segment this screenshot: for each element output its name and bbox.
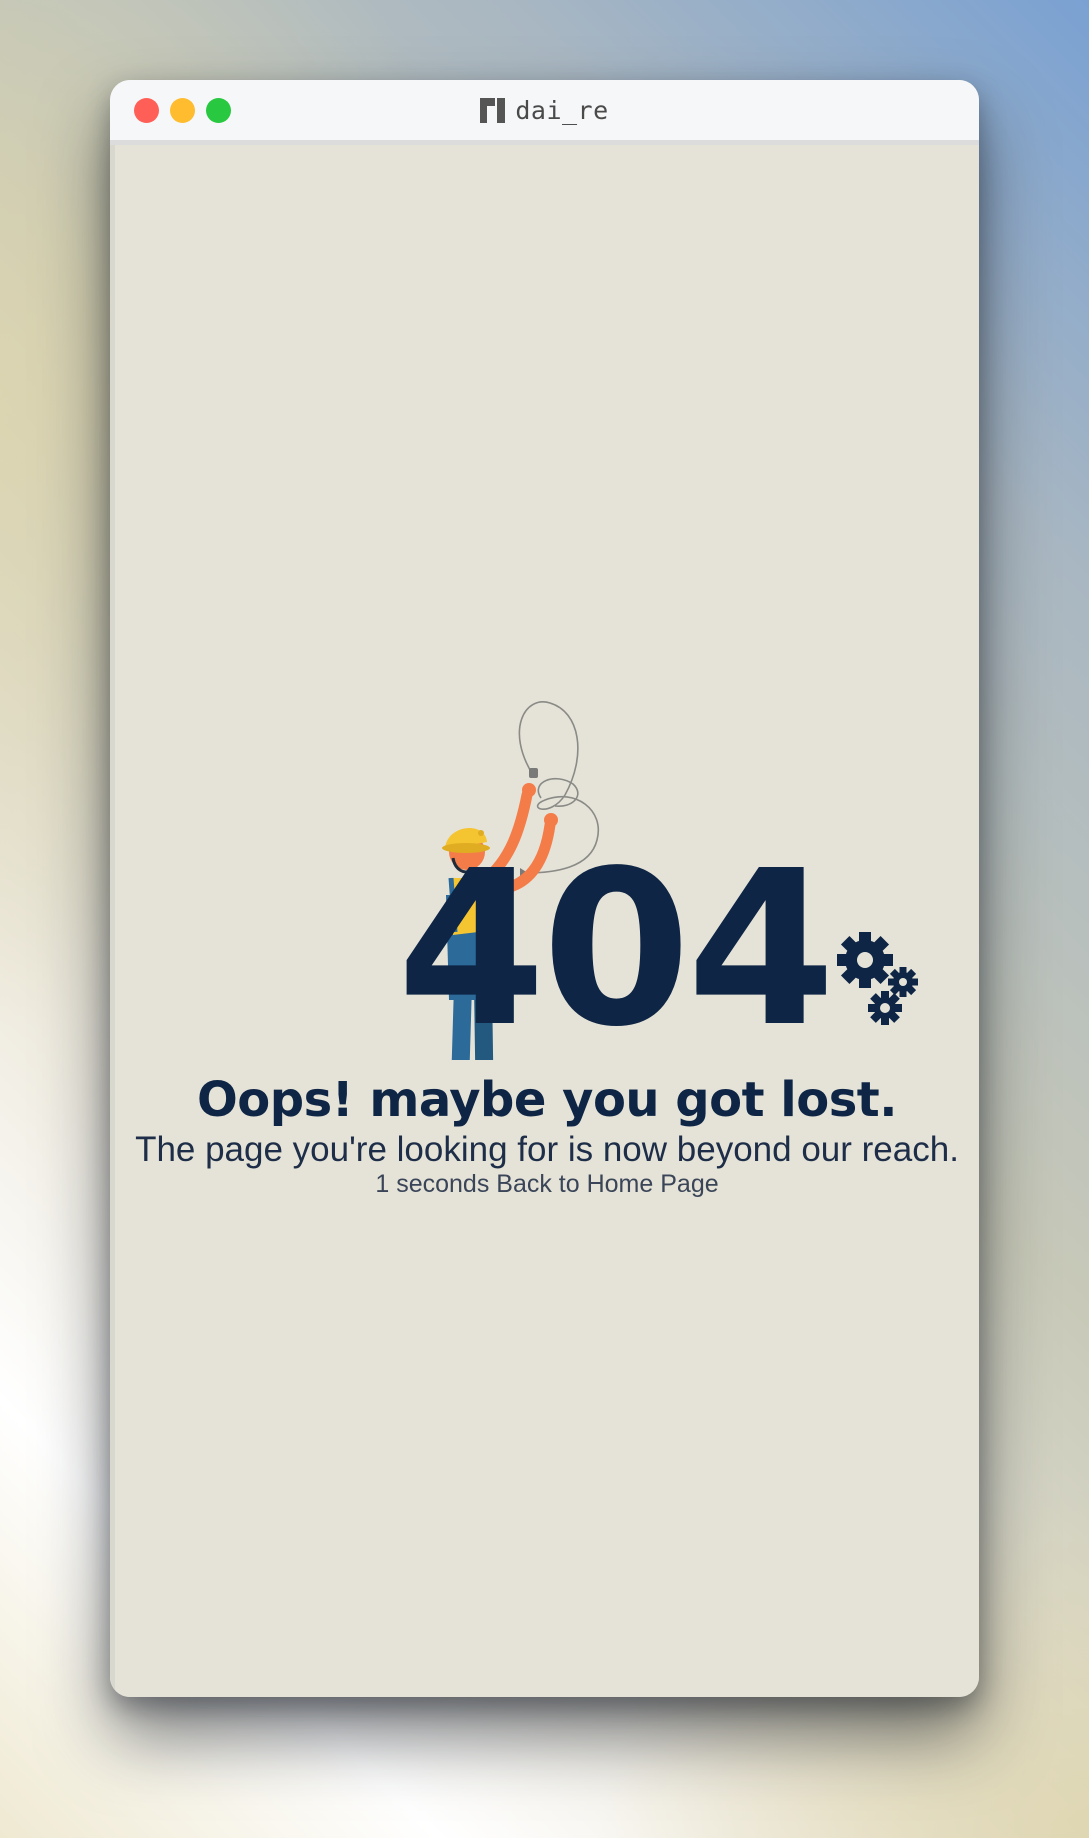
back-home-link[interactable]: Back to Home Page: [496, 1170, 718, 1198]
window-title: dai_re: [110, 90, 979, 130]
gears-icon: [837, 932, 918, 1025]
title-bar: dai_re: [110, 80, 979, 145]
error-message: The page you're looking for is now beyon…: [135, 1130, 959, 1169]
window-title-text: dai_re: [515, 95, 609, 125]
page-content: 404 Oops! maybe you got lost. The page y…: [110, 145, 979, 1697]
browser-window: dai_re 404 Oops! maybe you got lost. The…: [110, 80, 979, 1697]
error-heading: Oops! maybe you got lost.: [197, 1072, 897, 1128]
error-code: 404: [397, 825, 836, 1074]
manjaro-icon: [480, 97, 506, 123]
countdown-value: 1 seconds: [375, 1170, 490, 1198]
redirect-countdown: 1 seconds Back to Home Page: [115, 1170, 979, 1199]
